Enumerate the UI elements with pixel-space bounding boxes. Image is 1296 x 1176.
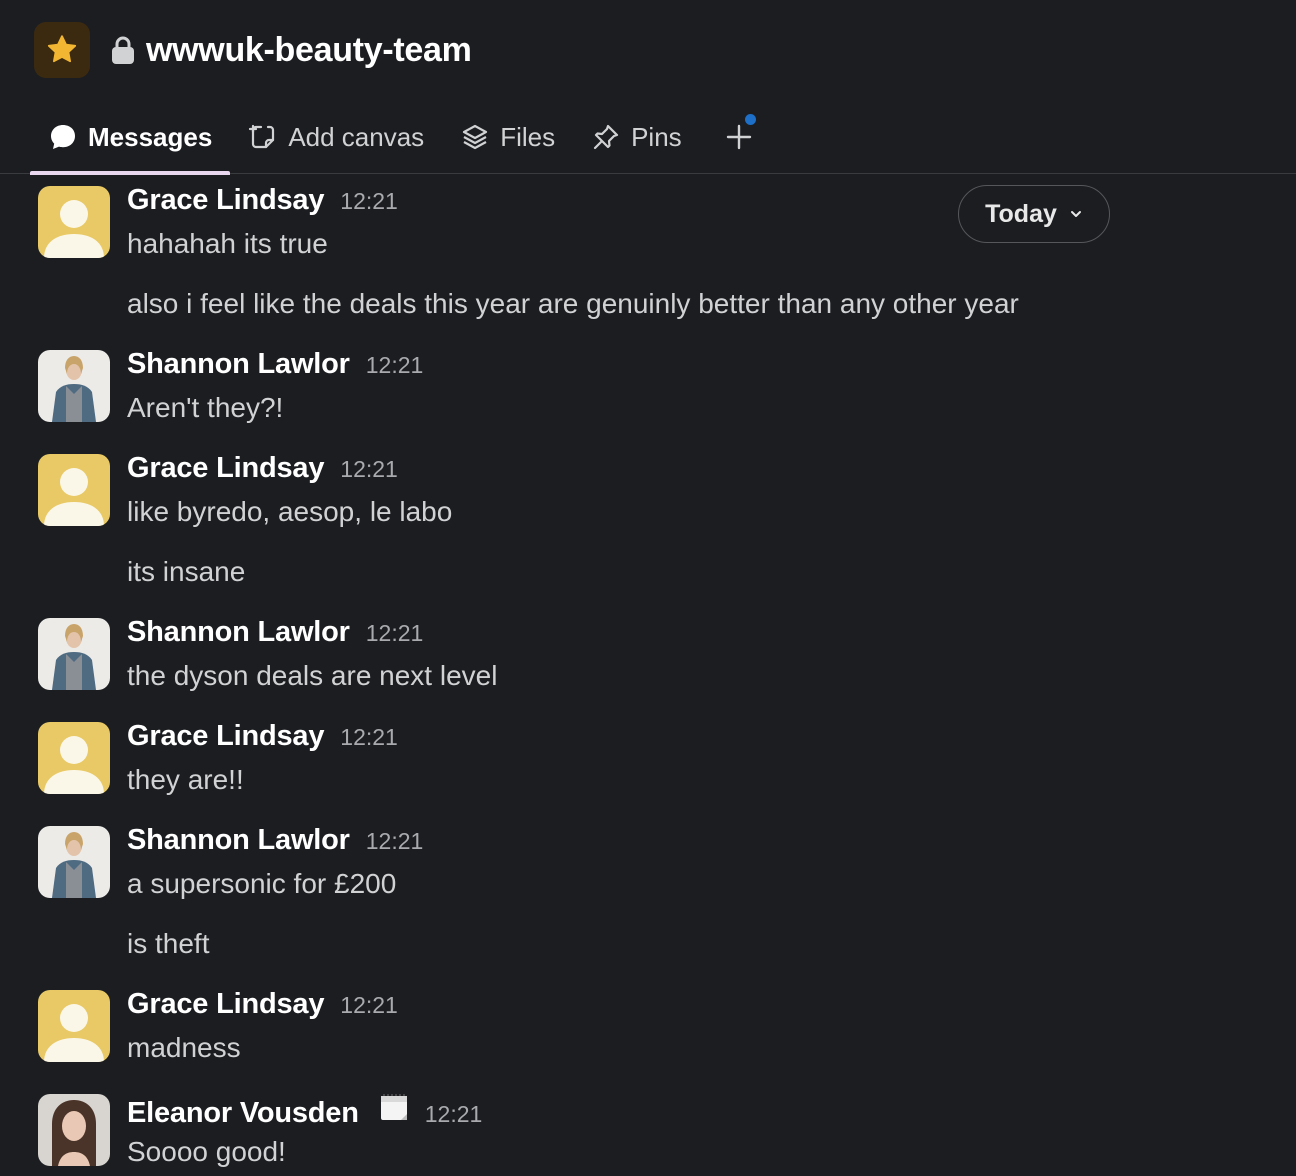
user-photo-avatar [38, 618, 110, 690]
channel-tabs: Messages Add canvas Files Pins [30, 108, 772, 175]
date-divider-button[interactable]: Today [958, 185, 1110, 243]
message-text: also i feel like the deals this year are… [127, 288, 1019, 319]
avatar[interactable] [38, 618, 110, 690]
sender-name[interactable]: Eleanor Vousden [127, 1097, 359, 1130]
avatar[interactable] [38, 1094, 110, 1166]
calendar-icon[interactable] [379, 1092, 409, 1122]
avatar[interactable] [38, 186, 110, 258]
channel-title[interactable]: wwwuk-beauty-team [110, 28, 472, 72]
timestamp[interactable]: 12:21 [340, 724, 398, 751]
user-photo-avatar [38, 826, 110, 898]
timestamp[interactable]: 12:21 [340, 188, 398, 215]
sender-name[interactable]: Grace Lindsay [127, 184, 324, 217]
message-text: is theft [127, 928, 210, 959]
default-user-avatar [38, 454, 110, 526]
channel-name: wwwuk-beauty-team [146, 30, 472, 69]
message-text: Aren't they?! [127, 392, 284, 423]
sender-name[interactable]: Grace Lindsay [127, 988, 324, 1021]
avatar[interactable] [38, 350, 110, 422]
canvas-add-icon [248, 118, 278, 152]
sender-name[interactable]: Shannon Lawlor [127, 616, 350, 649]
pin-icon [591, 118, 621, 152]
avatar[interactable] [38, 454, 110, 526]
timestamp[interactable]: 12:21 [366, 620, 424, 647]
user-photo-avatar [38, 1094, 110, 1166]
message-text: they are!! [127, 764, 244, 795]
avatar[interactable] [38, 826, 110, 898]
sender-name[interactable]: Shannon Lawlor [127, 348, 350, 381]
message-text: its insane [127, 556, 246, 587]
message-text: hahahah its true [127, 228, 328, 259]
message-text: a supersonic for £200 [127, 868, 397, 899]
channel-header: wwwuk-beauty-team Messages Add canvas Fi… [0, 0, 1296, 175]
user-photo-avatar [38, 350, 110, 422]
date-divider-label: Today [985, 199, 1057, 228]
star-icon [47, 35, 77, 63]
timestamp[interactable]: 12:21 [366, 828, 424, 855]
tab-add-canvas[interactable]: Add canvas [230, 108, 442, 174]
tab-pins[interactable]: Pins [573, 108, 700, 174]
sender-name[interactable]: Grace Lindsay [127, 720, 324, 753]
notification-dot [745, 114, 756, 125]
default-user-avatar [38, 186, 110, 258]
tab-messages[interactable]: Messages [30, 108, 231, 175]
default-user-avatar [38, 722, 110, 794]
avatar[interactable] [38, 990, 110, 1062]
sender-name[interactable]: Shannon Lawlor [127, 824, 350, 857]
chevron-down-icon [1070, 211, 1081, 217]
message-text: madness [127, 1032, 241, 1063]
timestamp[interactable]: 12:21 [340, 456, 398, 483]
workspace-icon[interactable] [34, 22, 90, 78]
message-text: Soooo good! [127, 1136, 286, 1167]
lock-icon [110, 35, 136, 65]
message-bubble-icon [48, 118, 78, 152]
avatar[interactable] [38, 722, 110, 794]
tab-files[interactable]: Files [442, 108, 573, 174]
message-text: the dyson deals are next level [127, 660, 498, 691]
timestamp[interactable]: 12:21 [425, 1101, 483, 1128]
layers-icon [460, 118, 490, 152]
default-user-avatar [38, 990, 110, 1062]
message-text: like byredo, aesop, le labo [127, 496, 453, 527]
timestamp[interactable]: 12:21 [366, 352, 424, 379]
timestamp[interactable]: 12:21 [340, 992, 398, 1019]
add-tab-button[interactable] [700, 108, 772, 174]
sender-name[interactable]: Grace Lindsay [127, 452, 324, 485]
